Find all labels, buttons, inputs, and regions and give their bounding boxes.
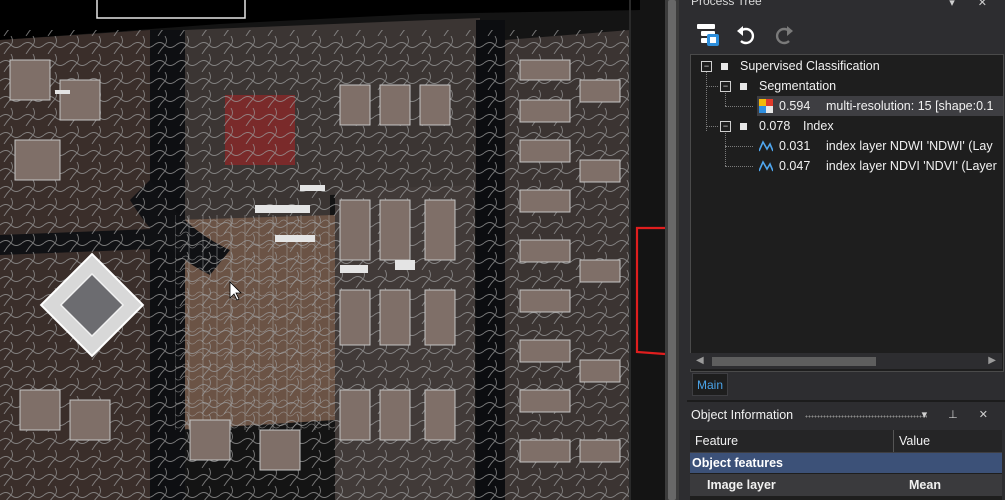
scrollbar-thumb[interactable]: [668, 0, 676, 500]
column-header-feature[interactable]: Feature: [690, 430, 894, 452]
tree-connector: [725, 131, 726, 166]
scroll-left-arrow[interactable]: ◀: [696, 355, 704, 366]
redo-button[interactable]: [769, 18, 799, 50]
object-information-header: Object Information ▾ ⊥ ✕: [687, 400, 1005, 428]
process-tree-toolbar: [687, 14, 1005, 56]
undo-icon: [737, 26, 755, 45]
tree-node-supervised-classification[interactable]: Supervised Classification: [721, 56, 880, 76]
execution-time: 0.078: [759, 119, 791, 133]
process-tree-tabs: Main: [690, 372, 1002, 396]
node-label: index layer NDWI 'NDWI' (Lay: [826, 139, 993, 153]
group-label: Object features: [692, 456, 784, 470]
collapse-toggle[interactable]: −: [720, 121, 731, 132]
multiresolution-segmentation-icon: [759, 99, 773, 113]
tree-connector: [725, 146, 753, 147]
image-vertical-scrollbar[interactable]: [665, 0, 679, 500]
grid-header: Feature Value: [690, 430, 1002, 453]
object-features-grid[interactable]: Feature Value Object features Image laye…: [690, 430, 1002, 500]
process-tree-icon: [697, 24, 719, 46]
column-label: Feature: [695, 434, 739, 448]
column-label: Value: [899, 434, 931, 448]
node-label: Supervised Classification: [740, 59, 880, 73]
tree-node-segmentation[interactable]: Segmentation: [740, 76, 836, 96]
scroll-right-arrow[interactable]: ▶: [988, 355, 996, 366]
undo-button[interactable]: [731, 18, 761, 50]
process-tree-panel: Process Tree ▾ ✕ − Supervised Classifica…: [687, 0, 1005, 400]
tree-node-index[interactable]: 0.078 Index: [740, 116, 834, 136]
object-information-title: Object Information: [691, 408, 794, 422]
process-tree-header: Process Tree ▾ ✕: [687, 0, 1005, 10]
table-row[interactable]: Image layer Mean: [690, 474, 1002, 496]
execution-time: 0.031: [779, 139, 811, 153]
image-view[interactable]: [0, 0, 665, 500]
node-label: index layer NDVI 'NDVI' (Layer: [826, 159, 997, 173]
tree-node-ndwi[interactable]: 0.031 index layer NDWI 'NDWI' (Lay: [757, 136, 993, 156]
tree-node-multi-resolution[interactable]: 0.594 multi-resolution: 15 [shape:0.1: [757, 96, 1003, 116]
tree-connector: [706, 86, 718, 87]
panel-window-buttons[interactable]: ▾ ⊥ ✕: [922, 408, 997, 421]
node-label: Segmentation: [759, 79, 837, 93]
value-cell: Mean: [909, 478, 941, 492]
segmentation-image[interactable]: [0, 0, 665, 500]
tree-connector: [725, 91, 726, 106]
index-layer-icon: [759, 160, 773, 172]
tree-horizontal-scrollbar[interactable]: ◀ ▶: [690, 353, 1002, 369]
feature-cell: Image layer: [707, 478, 776, 492]
scrollbar-thumb[interactable]: [712, 357, 876, 366]
execution-time: 0.047: [779, 159, 811, 173]
column-header-value[interactable]: Value: [894, 430, 1002, 452]
tree-connector: [725, 106, 753, 107]
tree-connector: [706, 126, 718, 127]
panel-grip[interactable]: [805, 415, 927, 418]
panel-window-buttons[interactable]: ▾ ✕: [949, 0, 997, 9]
redo-icon: [775, 26, 793, 45]
tree-connector: [706, 71, 707, 131]
node-label: Index: [803, 119, 834, 133]
process-node-icon: [740, 122, 747, 130]
tree-node-ndvi[interactable]: 0.047 index layer NDVI 'NDVI' (Layer: [757, 156, 997, 176]
tab-main[interactable]: Main: [692, 373, 728, 396]
process-node-icon: [740, 82, 747, 90]
process-tree-title: Process Tree: [691, 0, 762, 8]
panel-splitter[interactable]: [679, 0, 687, 500]
process-tree-view[interactable]: − Supervised Classification − Segmentati…: [690, 54, 1004, 372]
execute-process-button[interactable]: [693, 18, 723, 50]
process-node-icon: [721, 62, 728, 70]
collapse-toggle[interactable]: −: [720, 81, 731, 92]
group-row-object-features[interactable]: Object features: [690, 453, 1002, 473]
object-information-panel: Object Information ▾ ⊥ ✕ Feature Value O…: [687, 400, 1005, 500]
collapse-toggle[interactable]: −: [701, 61, 712, 72]
execution-time: 0.594: [779, 99, 811, 113]
node-label: multi-resolution: 15 [shape:0.1: [826, 99, 994, 113]
tree-connector: [725, 166, 753, 167]
index-layer-icon: [759, 140, 773, 152]
